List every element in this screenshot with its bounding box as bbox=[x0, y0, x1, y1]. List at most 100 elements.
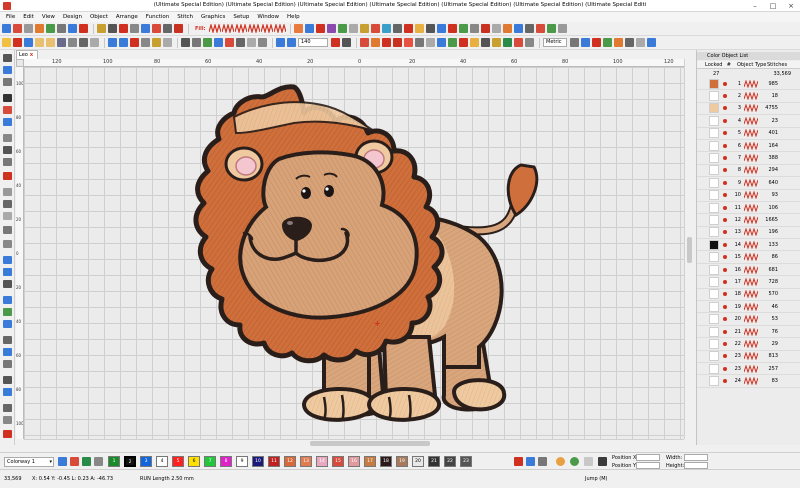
object-color-thumbnail[interactable] bbox=[709, 264, 719, 275]
thread-color-swatch[interactable]: 10 bbox=[252, 456, 264, 467]
thread-color-swatch[interactable]: 4 bbox=[156, 456, 168, 467]
texture-icon[interactable] bbox=[381, 24, 391, 33]
record-icon[interactable] bbox=[3, 430, 12, 438]
fringe-icon[interactable] bbox=[524, 24, 534, 33]
document-tab[interactable]: Leo x bbox=[16, 50, 38, 59]
ellipse-tool-icon[interactable] bbox=[3, 308, 12, 316]
save-icon[interactable] bbox=[57, 38, 66, 47]
measure-icon[interactable] bbox=[481, 38, 490, 47]
object-visible-icon[interactable] bbox=[723, 242, 727, 247]
cross-stitch-icon[interactable] bbox=[247, 24, 260, 33]
menu-setup[interactable]: Setup bbox=[233, 14, 249, 20]
run-tool-icon[interactable] bbox=[3, 188, 12, 196]
object-visible-icon[interactable] bbox=[723, 143, 727, 148]
spiral-icon[interactable] bbox=[326, 24, 336, 33]
outline-view-icon[interactable] bbox=[382, 38, 391, 47]
thread-color-swatch[interactable]: 9 bbox=[236, 456, 248, 467]
thread-color-swatch[interactable]: 12 bbox=[284, 456, 296, 467]
line-icon[interactable] bbox=[46, 24, 55, 33]
object-list-row[interactable]: 4 23 bbox=[697, 115, 800, 128]
object-color-thumbnail[interactable] bbox=[709, 351, 719, 362]
satin-stitch-icon[interactable] bbox=[221, 24, 234, 33]
object-color-thumbnail[interactable] bbox=[709, 190, 719, 201]
circle-tool-icon[interactable] bbox=[3, 172, 12, 180]
object-visible-icon[interactable] bbox=[723, 341, 727, 346]
document-tab-close[interactable]: x bbox=[30, 52, 33, 58]
thread-chart-icon[interactable] bbox=[592, 38, 601, 47]
hoop-icon[interactable] bbox=[437, 38, 446, 47]
shirt-icon[interactable] bbox=[503, 38, 512, 47]
background-icon[interactable] bbox=[448, 38, 457, 47]
curve-icon[interactable] bbox=[57, 24, 66, 33]
trapunto-icon[interactable] bbox=[392, 24, 402, 33]
object-list-row[interactable]: 23 813 bbox=[697, 351, 800, 363]
object-list-row[interactable]: 21 76 bbox=[697, 326, 800, 339]
print-preview-icon[interactable] bbox=[90, 38, 99, 47]
object-visible-icon[interactable] bbox=[723, 156, 727, 161]
object-visible-icon[interactable] bbox=[723, 205, 727, 210]
monogram-icon[interactable] bbox=[163, 24, 172, 33]
bean-icon[interactable] bbox=[130, 24, 139, 33]
object-list-row[interactable]: 1 985 bbox=[697, 78, 800, 91]
object-color-thumbnail[interactable] bbox=[709, 214, 719, 225]
photo-stitch-icon[interactable] bbox=[535, 24, 545, 33]
object-color-thumbnail[interactable] bbox=[709, 91, 719, 102]
menu-stitch[interactable]: Stitch bbox=[177, 14, 193, 20]
thread-color-swatch[interactable]: 2 bbox=[124, 456, 136, 467]
trim-icon[interactable] bbox=[480, 24, 490, 33]
blend-icon[interactable] bbox=[359, 24, 369, 33]
thread-color-swatch[interactable]: 1 bbox=[108, 456, 120, 467]
density-icon[interactable] bbox=[458, 24, 468, 33]
polygon-tool-icon[interactable] bbox=[3, 320, 12, 328]
object-color-thumbnail[interactable] bbox=[709, 128, 719, 139]
object-list-row[interactable]: 19 46 bbox=[697, 301, 800, 314]
thread-color-swatch[interactable]: 11 bbox=[268, 456, 280, 467]
colorway-select[interactable]: Colorway 1 ▾ bbox=[4, 457, 54, 467]
hat-hoop-icon[interactable] bbox=[492, 38, 501, 47]
thread-spool-icon[interactable] bbox=[94, 457, 103, 466]
jumps-icon[interactable] bbox=[404, 38, 413, 47]
object-color-thumbnail[interactable] bbox=[709, 276, 719, 287]
color-chart-icon[interactable] bbox=[70, 457, 79, 466]
zoom-in-icon[interactable] bbox=[276, 38, 285, 47]
needle-points-icon[interactable] bbox=[393, 38, 402, 47]
thread-color-swatch[interactable]: 17 bbox=[364, 456, 376, 467]
object-visible-icon[interactable] bbox=[723, 304, 727, 309]
thread-color-swatch[interactable]: 14 bbox=[316, 456, 328, 467]
object-color-thumbnail[interactable] bbox=[709, 140, 719, 151]
zoom-level-select[interactable]: 140 bbox=[298, 38, 328, 47]
folder-open-icon[interactable] bbox=[46, 38, 55, 47]
satin-icon[interactable] bbox=[119, 24, 128, 33]
close-button[interactable]: × bbox=[782, 0, 800, 12]
object-visible-icon[interactable] bbox=[723, 94, 727, 99]
pull-comp-icon[interactable] bbox=[447, 24, 457, 33]
ungroup-icon[interactable] bbox=[192, 38, 201, 47]
thread-color-swatch[interactable]: 5 bbox=[172, 456, 184, 467]
object-list-row[interactable]: 16 681 bbox=[697, 264, 800, 277]
menu-window[interactable]: Window bbox=[257, 14, 279, 20]
position-x-input[interactable] bbox=[636, 454, 660, 461]
rotate-icon[interactable] bbox=[225, 38, 234, 47]
thread-palette-icon[interactable] bbox=[58, 457, 67, 466]
object-list-row[interactable]: 8 294 bbox=[697, 165, 800, 178]
lettering-icon[interactable] bbox=[152, 24, 161, 33]
thread-view-icon[interactable] bbox=[371, 38, 380, 47]
wave-icon[interactable] bbox=[293, 24, 303, 33]
object-color-thumbnail[interactable] bbox=[709, 239, 719, 250]
object-list-row[interactable]: 17 728 bbox=[697, 276, 800, 289]
new-file-icon[interactable] bbox=[2, 38, 11, 47]
overview-icon[interactable] bbox=[625, 38, 634, 47]
info-icon[interactable] bbox=[636, 38, 645, 47]
select-icon[interactable] bbox=[2, 24, 11, 33]
thread-color-swatch[interactable]: 18 bbox=[380, 456, 392, 467]
object-list-row[interactable]: 2 18 bbox=[697, 90, 800, 103]
vertical-scroll-thumb[interactable] bbox=[687, 237, 692, 263]
object-color-thumbnail[interactable] bbox=[709, 227, 719, 238]
node-tool-icon[interactable] bbox=[3, 146, 12, 154]
arc-icon[interactable] bbox=[68, 24, 77, 33]
thread-color-swatch[interactable]: 15 bbox=[332, 456, 344, 467]
triple-run-icon[interactable] bbox=[3, 200, 12, 208]
object-color-thumbnail[interactable] bbox=[709, 376, 719, 387]
object-color-thumbnail[interactable] bbox=[709, 338, 719, 349]
object-visible-icon[interactable] bbox=[723, 106, 727, 111]
